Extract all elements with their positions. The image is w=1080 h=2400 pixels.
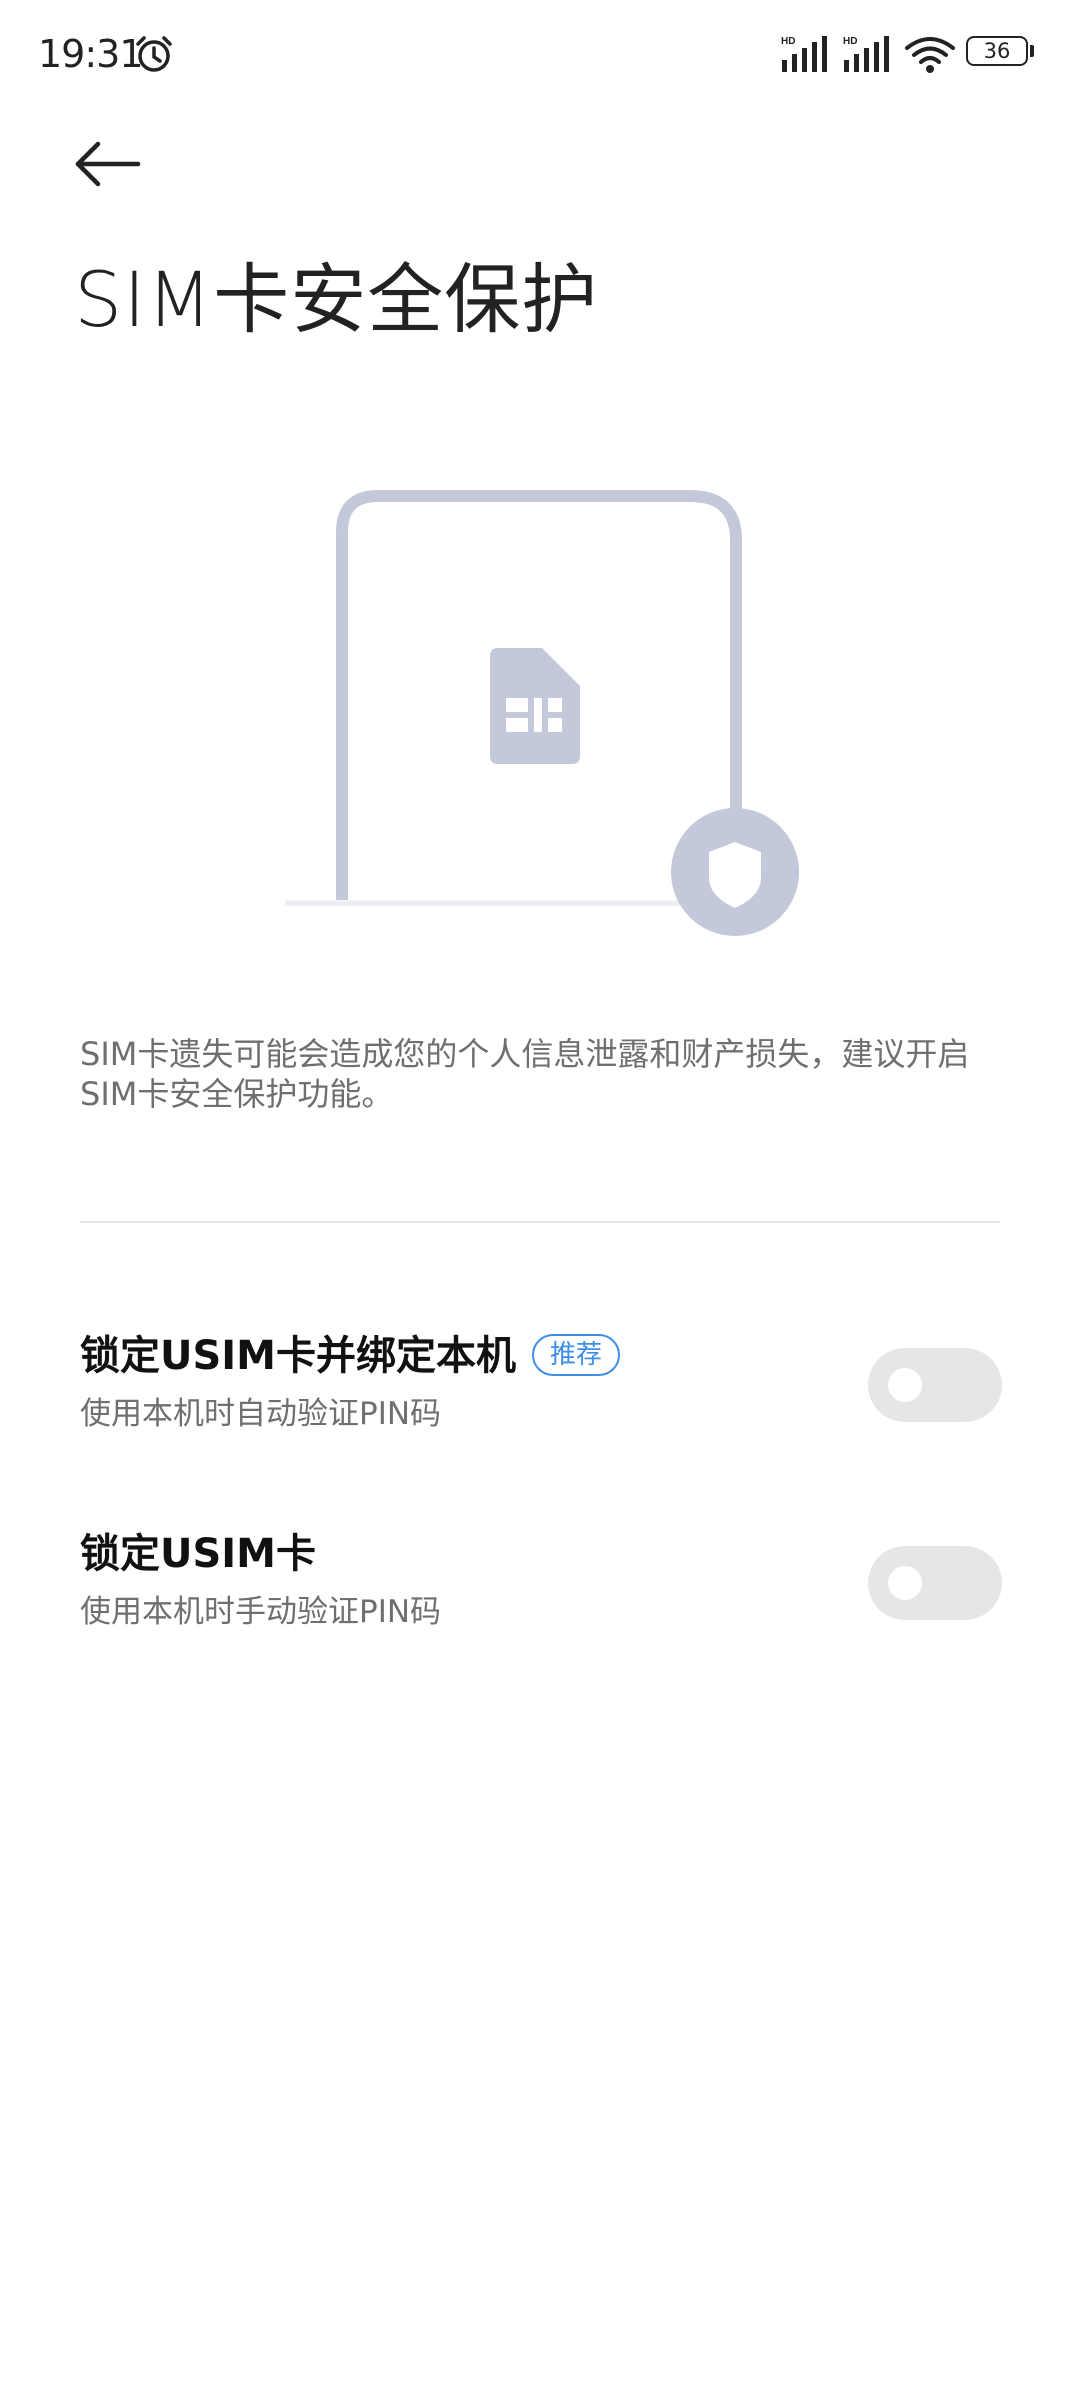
description-text: SIM卡遗失可能会造成您的个人信息泄露和财产损失，建议开启SIM卡安全保护功能。 [80, 1035, 970, 1113]
back-button[interactable] [68, 130, 148, 198]
setting-title: 锁定USIM卡并绑定本机 推荐 [80, 1328, 620, 1384]
lock-usim-bind-toggle[interactable] [868, 1348, 1002, 1422]
setting-title: 锁定USIM卡 [80, 1526, 316, 1582]
alarm-icon [136, 36, 172, 72]
setting-lock-usim[interactable]: 锁定USIM卡 使用本机时手动验证PIN码 [0, 1518, 1080, 1658]
lock-usim-toggle[interactable] [868, 1546, 1002, 1620]
hd-label: HD [843, 36, 857, 47]
hd-label: HD [781, 36, 795, 47]
battery-level: 36 [966, 36, 1028, 66]
setting-lock-usim-bind-device[interactable]: 锁定USIM卡并绑定本机 推荐 使用本机时自动验证PIN码 [0, 1320, 1080, 1460]
shield-icon [671, 808, 799, 936]
toggle-knob [888, 1368, 922, 1402]
page-title: SIM卡安全保护 [74, 255, 599, 344]
status-bar: 19:31 HD HD 36 [0, 0, 1080, 108]
toggle-knob [888, 1566, 922, 1600]
setting-subtitle: 使用本机时自动验证PIN码 [80, 1396, 442, 1432]
wifi-icon [905, 37, 955, 73]
setting-title-text: 锁定USIM卡并绑定本机 [80, 1333, 516, 1379]
sim-protection-illustration [285, 490, 799, 936]
battery-cap [1030, 45, 1034, 57]
battery-icon: 36 [966, 36, 1036, 70]
status-time: 19:31 [38, 32, 144, 76]
sim-card-icon [490, 648, 580, 764]
signal-icon: HD [843, 36, 889, 72]
signal-icon: HD [781, 36, 827, 72]
setting-title-text: 锁定USIM卡 [80, 1531, 316, 1577]
recommend-badge: 推荐 [531, 1334, 620, 1376]
setting-subtitle: 使用本机时手动验证PIN码 [80, 1594, 442, 1630]
arrow-left-icon [75, 141, 141, 187]
divider [80, 1221, 1000, 1223]
